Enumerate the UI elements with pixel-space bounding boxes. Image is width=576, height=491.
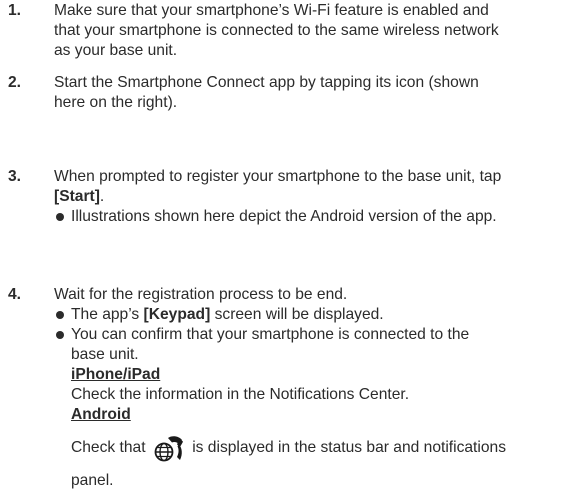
bullet-text: You can confirm that your smartphone is … bbox=[71, 326, 470, 343]
smartphone-connect-status-icon bbox=[152, 434, 186, 462]
android-text: Check that is displayed in the status ba… bbox=[71, 433, 574, 463]
bullet-text: The app’s bbox=[71, 306, 144, 323]
android-heading: Android bbox=[71, 406, 131, 423]
text-line: that your smartphone is connected to the… bbox=[54, 22, 499, 39]
text-line: here on the right). bbox=[54, 94, 178, 111]
bullet-item: You can confirm that your smartphone is … bbox=[54, 325, 574, 365]
bullet-item: The app’s [Keypad] screen will be displa… bbox=[54, 305, 574, 325]
text-line: as your base unit. bbox=[54, 42, 178, 59]
android-text-post: is displayed in the status bar and notif… bbox=[187, 439, 507, 456]
step-text: Make sure that your smartphone’s Wi-Fi f… bbox=[54, 1, 574, 61]
step-text: Wait for the registration process to be … bbox=[54, 285, 574, 491]
step-number: 2. bbox=[8, 74, 22, 91]
android-text-pre: Check that bbox=[71, 439, 150, 456]
keypad-label: [Keypad] bbox=[143, 306, 211, 323]
step-number: 4. bbox=[8, 286, 22, 303]
start-button-label: [Start] bbox=[54, 188, 100, 205]
text-line: When prompted to register your smartphon… bbox=[54, 168, 502, 185]
bullet-text: base unit. bbox=[71, 346, 139, 363]
punctuation: . bbox=[99, 188, 105, 205]
text-line: [Start]. bbox=[54, 187, 574, 207]
iphone-heading: iPhone/iPad bbox=[71, 366, 161, 383]
text-line: Wait for the registration process to be … bbox=[54, 286, 348, 303]
text-line: Start the Smartphone Connect app by tapp… bbox=[54, 74, 479, 91]
step-number: 3. bbox=[8, 168, 22, 185]
bullet-text: screen will be displayed. bbox=[210, 306, 384, 323]
step-text: When prompted to register your smartphon… bbox=[54, 167, 574, 227]
bullet-item: Illustrations shown here depict the Andr… bbox=[54, 207, 574, 227]
step-number: 1. bbox=[8, 2, 22, 19]
iphone-text: Check the information in the Notificatio… bbox=[71, 386, 410, 403]
android-text-end: panel. bbox=[71, 472, 114, 489]
text-line: Make sure that your smartphone’s Wi-Fi f… bbox=[54, 2, 489, 19]
step-text: Start the Smartphone Connect app by tapp… bbox=[54, 73, 574, 113]
iphone-section: iPhone/iPad Check the information in the… bbox=[54, 365, 574, 491]
